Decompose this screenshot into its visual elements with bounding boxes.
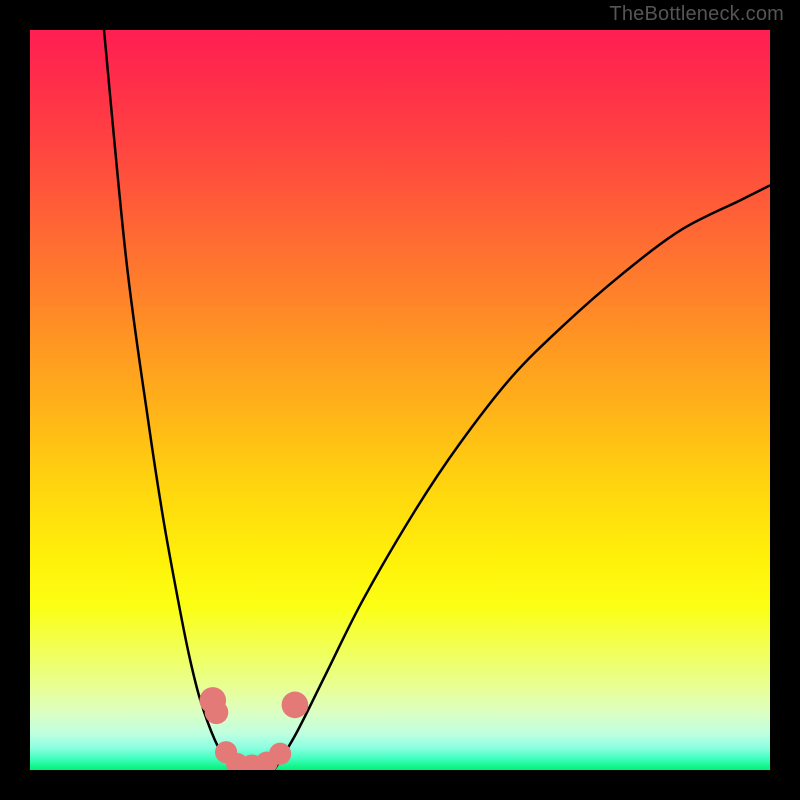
valley-markers — [199, 687, 308, 770]
watermark-text: TheBottleneck.com — [609, 3, 784, 26]
floor-dot-5 — [269, 743, 291, 765]
right-dot — [282, 692, 309, 719]
curve-overlay — [30, 30, 770, 770]
chart-frame: TheBottleneck.com — [0, 0, 800, 800]
left-dot-lower — [205, 700, 229, 724]
right-curve-path — [274, 185, 770, 770]
left-curve-path — [104, 30, 237, 770]
plot-area — [30, 30, 770, 770]
